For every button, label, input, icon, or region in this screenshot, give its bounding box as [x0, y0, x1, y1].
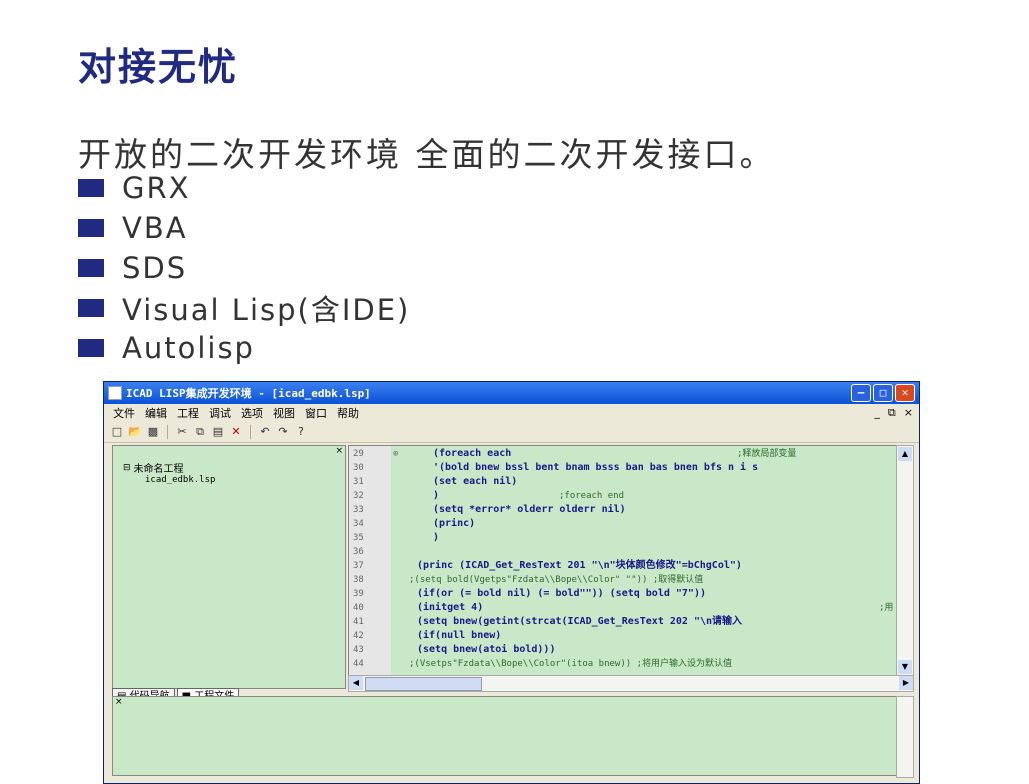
toolbar-separator — [167, 425, 168, 439]
menu-edit[interactable]: 编辑 — [140, 405, 172, 421]
toolbar-separator — [250, 425, 251, 439]
bullet-item: GRX — [78, 168, 410, 208]
scroll-thumb[interactable] — [365, 677, 482, 691]
collapse-icon[interactable]: ⊟ — [123, 463, 131, 473]
code-line: 32 ) ;foreach end — [353, 490, 625, 501]
menu-debug[interactable]: 调试 — [204, 405, 236, 421]
code-horizontal-scrollbar[interactable]: ◀ ▶ — [348, 675, 914, 692]
redo-icon[interactable]: ↷ — [276, 425, 290, 439]
output-panel[interactable]: × — [112, 696, 898, 776]
save-icon[interactable]: ▩ — [146, 425, 160, 439]
code-line: 34 (princ) — [353, 518, 476, 529]
bullet-list: GRX VBA SDS Visual Lisp(含IDE) Autolisp — [78, 168, 410, 368]
code-line: 40 (initget 4) ;用 — [353, 602, 894, 613]
maximize-button[interactable]: □ — [873, 384, 893, 402]
project-tree: ⊟ 未命名工程 icad_edbk.lsp — [123, 460, 215, 486]
code-line: 38 ;(setq bold(Vgetps"Fzdata\\Bope\\Colo… — [353, 575, 704, 585]
menu-file[interactable]: 文件 — [108, 405, 140, 421]
code-line: 39 (if(or (= bold nil) (= bold"")) (setq… — [353, 588, 706, 599]
bullet-item: SDS — [78, 248, 410, 288]
toolbar: □ 📂 ▩ ✂ ⧉ ▤ ✕ ↶ ↷ ? — [104, 422, 919, 443]
square-bullet-icon — [78, 179, 104, 197]
output-vertical-scrollbar[interactable] — [896, 696, 914, 778]
open-folder-icon[interactable]: 📂 — [128, 425, 142, 439]
code-line: 37 (princ (ICAD_Get_ResText 201 "\n"块体颜色… — [353, 560, 742, 571]
code-line: 30 '(bold bnew bssl bent bnam bsss ban b… — [353, 462, 759, 473]
menu-view[interactable]: 视图 — [268, 405, 300, 421]
ide-window: ICAD LISP集成开发环境 - [icad_edbk.lsp] – □ ✕ … — [103, 381, 920, 784]
menu-options[interactable]: 选项 — [236, 405, 268, 421]
panel-close-icon[interactable]: × — [335, 446, 343, 456]
menu-bar: 文件 编辑 工程 调试 选项 视图 窗口 帮助 _ ⧉ × — [104, 404, 919, 422]
project-panel: × ⊟ 未命名工程 icad_edbk.lsp — [112, 445, 346, 689]
slide-title: 对接无忧 — [78, 45, 239, 89]
code-line: 33 (setq *error* olderr olderr nil) — [353, 504, 626, 515]
app-icon — [108, 386, 122, 400]
window-titlebar[interactable]: ICAD LISP集成开发环境 - [icad_edbk.lsp] – □ ✕ — [104, 382, 919, 404]
close-button[interactable]: ✕ — [895, 384, 915, 402]
cut-icon[interactable]: ✂ — [175, 425, 189, 439]
code-line: 29 ⊕ (foreach each ;释放局部变量 — [353, 447, 797, 461]
fold-toggle-icon[interactable]: ⊕ — [393, 447, 398, 461]
square-bullet-icon — [78, 259, 104, 277]
scroll-up-icon[interactable]: ▲ — [898, 447, 912, 461]
paste-icon[interactable]: ▤ — [211, 425, 225, 439]
new-file-icon[interactable]: □ — [110, 425, 124, 439]
scroll-right-icon[interactable]: ▶ — [899, 676, 913, 690]
code-line: 42 (if(null bnew) — [353, 630, 502, 641]
mdi-restore-icon[interactable]: ⧉ — [888, 406, 896, 420]
code-editor[interactable]: 29 ⊕ (foreach each ;释放局部变量 30 '(bold bne… — [348, 445, 898, 676]
window-title: ICAD LISP集成开发环境 - [icad_edbk.lsp] — [126, 387, 371, 400]
code-line: 43 (setq bnew(atoi bold))) — [353, 644, 556, 655]
help-icon[interactable]: ? — [294, 425, 308, 439]
scroll-down-icon[interactable]: ▼ — [898, 660, 912, 674]
tree-file-item[interactable]: icad_edbk.lsp — [145, 475, 215, 485]
tree-root[interactable]: ⊟ 未命名工程 — [123, 460, 215, 476]
code-line: 41 (setq bnew(getint(strcat(ICAD_Get_Res… — [353, 616, 743, 627]
code-vertical-scrollbar[interactable]: ▲ ▼ — [896, 445, 914, 676]
copy-icon[interactable]: ⧉ — [193, 425, 207, 439]
code-line: 35 ) — [353, 532, 440, 543]
mdi-close-icon[interactable]: × — [904, 406, 913, 420]
square-bullet-icon — [78, 219, 104, 237]
square-bullet-icon — [78, 299, 104, 317]
code-line: 31 (set each nil) — [353, 476, 518, 487]
square-bullet-icon — [78, 339, 104, 357]
mdi-minimize-icon[interactable]: _ — [874, 406, 880, 420]
bullet-item: Visual Lisp(含IDE) — [78, 288, 410, 328]
scroll-left-icon[interactable]: ◀ — [349, 676, 363, 690]
bullet-item: VBA — [78, 208, 410, 248]
menu-help[interactable]: 帮助 — [332, 405, 364, 421]
code-line: 44 ;(Vsetps"Fzdata\\Bope\\Color"(itoa bn… — [353, 659, 732, 669]
menu-window[interactable]: 窗口 — [300, 405, 332, 421]
minimize-button[interactable]: – — [851, 384, 871, 402]
delete-icon[interactable]: ✕ — [229, 425, 243, 439]
undo-icon[interactable]: ↶ — [258, 425, 272, 439]
output-close-icon[interactable]: × — [115, 697, 123, 707]
menu-project[interactable]: 工程 — [172, 405, 204, 421]
bullet-item: Autolisp — [78, 328, 410, 368]
code-line: 36 — [353, 547, 364, 557]
